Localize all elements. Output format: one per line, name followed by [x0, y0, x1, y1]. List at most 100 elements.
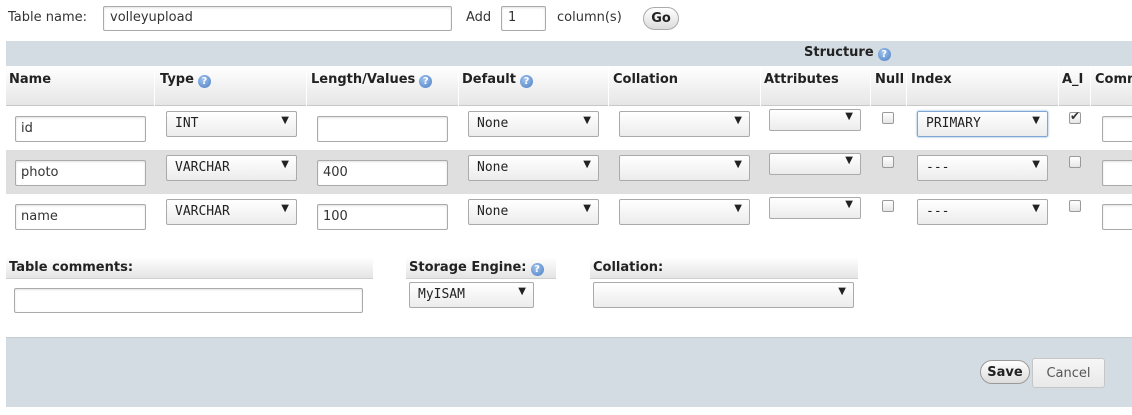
index-select[interactable]: --- ▼ — [917, 199, 1048, 225]
chevron-down-icon: ▼ — [518, 286, 526, 297]
attributes-select[interactable]: ▼ — [769, 197, 861, 219]
go-button[interactable]: Go — [643, 7, 679, 30]
table-name-input[interactable]: volleyupload — [103, 6, 452, 31]
structure-title: Structure? — [804, 45, 891, 61]
chevron-down-icon: ▼ — [845, 199, 853, 210]
save-button[interactable]: Save — [980, 360, 1030, 384]
index-select[interactable]: --- ▼ — [917, 155, 1048, 181]
attributes-select[interactable]: ▼ — [769, 109, 861, 131]
ai-checkbox[interactable] — [1069, 156, 1081, 168]
help-icon[interactable]: ? — [877, 48, 891, 61]
add-label: Add — [466, 10, 492, 25]
default-value: None — [477, 116, 509, 131]
table-comments-header: Table comments: — [6, 257, 373, 279]
header-collation: Collation — [613, 72, 679, 87]
columns-label: column(s) — [557, 10, 622, 25]
type-value: INT — [175, 116, 199, 131]
collation-select[interactable]: ▼ — [619, 155, 750, 181]
column-divider — [760, 66, 761, 106]
chevron-down-icon: ▼ — [845, 111, 853, 122]
table-row: name VARCHAR ▼ 100 None ▼ ▼ ▼ --- ▼ — [6, 194, 1132, 238]
column-name-input[interactable]: id — [15, 116, 146, 142]
table-row: id INT ▼ None ▼ ▼ ▼ PRIMARY ▼ ✔ — [6, 106, 1132, 150]
cancel-button[interactable]: Cancel — [1032, 358, 1105, 388]
form-footer: Save Cancel — [6, 337, 1132, 407]
header-index: Index — [911, 72, 952, 87]
collation-select[interactable]: ▼ — [619, 111, 750, 137]
storage-engine-select[interactable]: MyISAM ▼ — [409, 282, 534, 308]
collation-select[interactable]: ▼ — [619, 199, 750, 225]
comments-input[interactable] — [1102, 204, 1132, 230]
column-divider — [154, 66, 155, 106]
header-length: Length/Values? — [311, 72, 433, 88]
chevron-down-icon: ▼ — [734, 159, 742, 170]
type-select[interactable]: VARCHAR ▼ — [166, 199, 297, 225]
structure-title-text: Structure — [804, 45, 874, 60]
help-icon[interactable]: ? — [530, 263, 544, 276]
storage-engine-header: Storage Engine:? — [406, 257, 556, 279]
header-attributes: Attributes — [764, 72, 839, 87]
length-input[interactable]: 400 — [317, 160, 448, 186]
chevron-down-icon: ▼ — [1032, 115, 1040, 126]
header-type: Type? — [160, 72, 211, 88]
header-comments: Comm — [1095, 72, 1132, 87]
collation-header: Collation: — [590, 257, 858, 279]
header-null: Null — [875, 72, 905, 87]
header-name: Name — [9, 72, 52, 87]
default-select[interactable]: None ▼ — [468, 199, 599, 225]
comments-input[interactable] — [1102, 116, 1132, 142]
ai-checkbox[interactable]: ✔ — [1069, 109, 1081, 124]
chevron-down-icon: ▼ — [281, 115, 289, 126]
length-input[interactable] — [317, 116, 448, 142]
length-input[interactable]: 100 — [317, 204, 448, 230]
checkmark-icon: ✔ — [1070, 109, 1081, 123]
type-select[interactable]: INT ▼ — [166, 111, 297, 137]
index-value: --- — [926, 204, 950, 219]
help-icon[interactable]: ? — [197, 75, 211, 88]
index-value: PRIMARY — [926, 116, 981, 131]
chevron-down-icon: ▼ — [845, 155, 853, 166]
table-collation-select[interactable]: ▼ — [593, 282, 854, 308]
default-value: None — [477, 204, 509, 219]
chevron-down-icon: ▼ — [838, 286, 846, 297]
default-select[interactable]: None ▼ — [468, 155, 599, 181]
index-value: --- — [926, 160, 950, 175]
header-type-text: Type — [160, 72, 194, 87]
column-name-input[interactable]: photo — [15, 160, 146, 186]
type-select[interactable]: VARCHAR ▼ — [166, 155, 297, 181]
chevron-down-icon: ▼ — [281, 203, 289, 214]
header-ai: A_I — [1062, 72, 1084, 87]
null-checkbox[interactable] — [882, 156, 894, 168]
ai-checkbox[interactable] — [1069, 200, 1081, 212]
table-comments-input[interactable] — [14, 288, 363, 313]
help-icon[interactable]: ? — [519, 75, 533, 88]
header-default-text: Default — [462, 72, 516, 87]
header-default: Default? — [462, 72, 533, 88]
storage-engine-value: MyISAM — [418, 287, 465, 302]
comments-input[interactable] — [1102, 160, 1132, 186]
chevron-down-icon: ▼ — [734, 115, 742, 126]
chevron-down-icon: ▼ — [583, 115, 591, 126]
chevron-down-icon: ▼ — [1032, 159, 1040, 170]
type-value: VARCHAR — [175, 204, 230, 219]
storage-engine-label: Storage Engine: — [409, 260, 527, 275]
table-row: photo VARCHAR ▼ 400 None ▼ ▼ ▼ --- ▼ — [6, 150, 1132, 194]
add-columns-input[interactable]: 1 — [501, 6, 546, 31]
type-value: VARCHAR — [175, 160, 230, 175]
header-length-text: Length/Values — [311, 72, 416, 87]
column-divider — [1090, 66, 1091, 106]
attributes-select[interactable]: ▼ — [769, 153, 861, 175]
column-divider — [458, 66, 459, 106]
null-checkbox[interactable] — [882, 112, 894, 124]
column-divider — [870, 66, 871, 106]
chevron-down-icon: ▼ — [1032, 203, 1040, 214]
help-icon[interactable]: ? — [419, 75, 433, 88]
chevron-down-icon: ▼ — [281, 159, 289, 170]
column-divider — [608, 66, 609, 106]
index-select[interactable]: PRIMARY ▼ — [917, 111, 1048, 137]
null-checkbox[interactable] — [882, 200, 894, 212]
chevron-down-icon: ▼ — [583, 203, 591, 214]
column-divider — [906, 66, 907, 106]
column-name-input[interactable]: name — [15, 204, 146, 230]
default-select[interactable]: None ▼ — [468, 111, 599, 137]
